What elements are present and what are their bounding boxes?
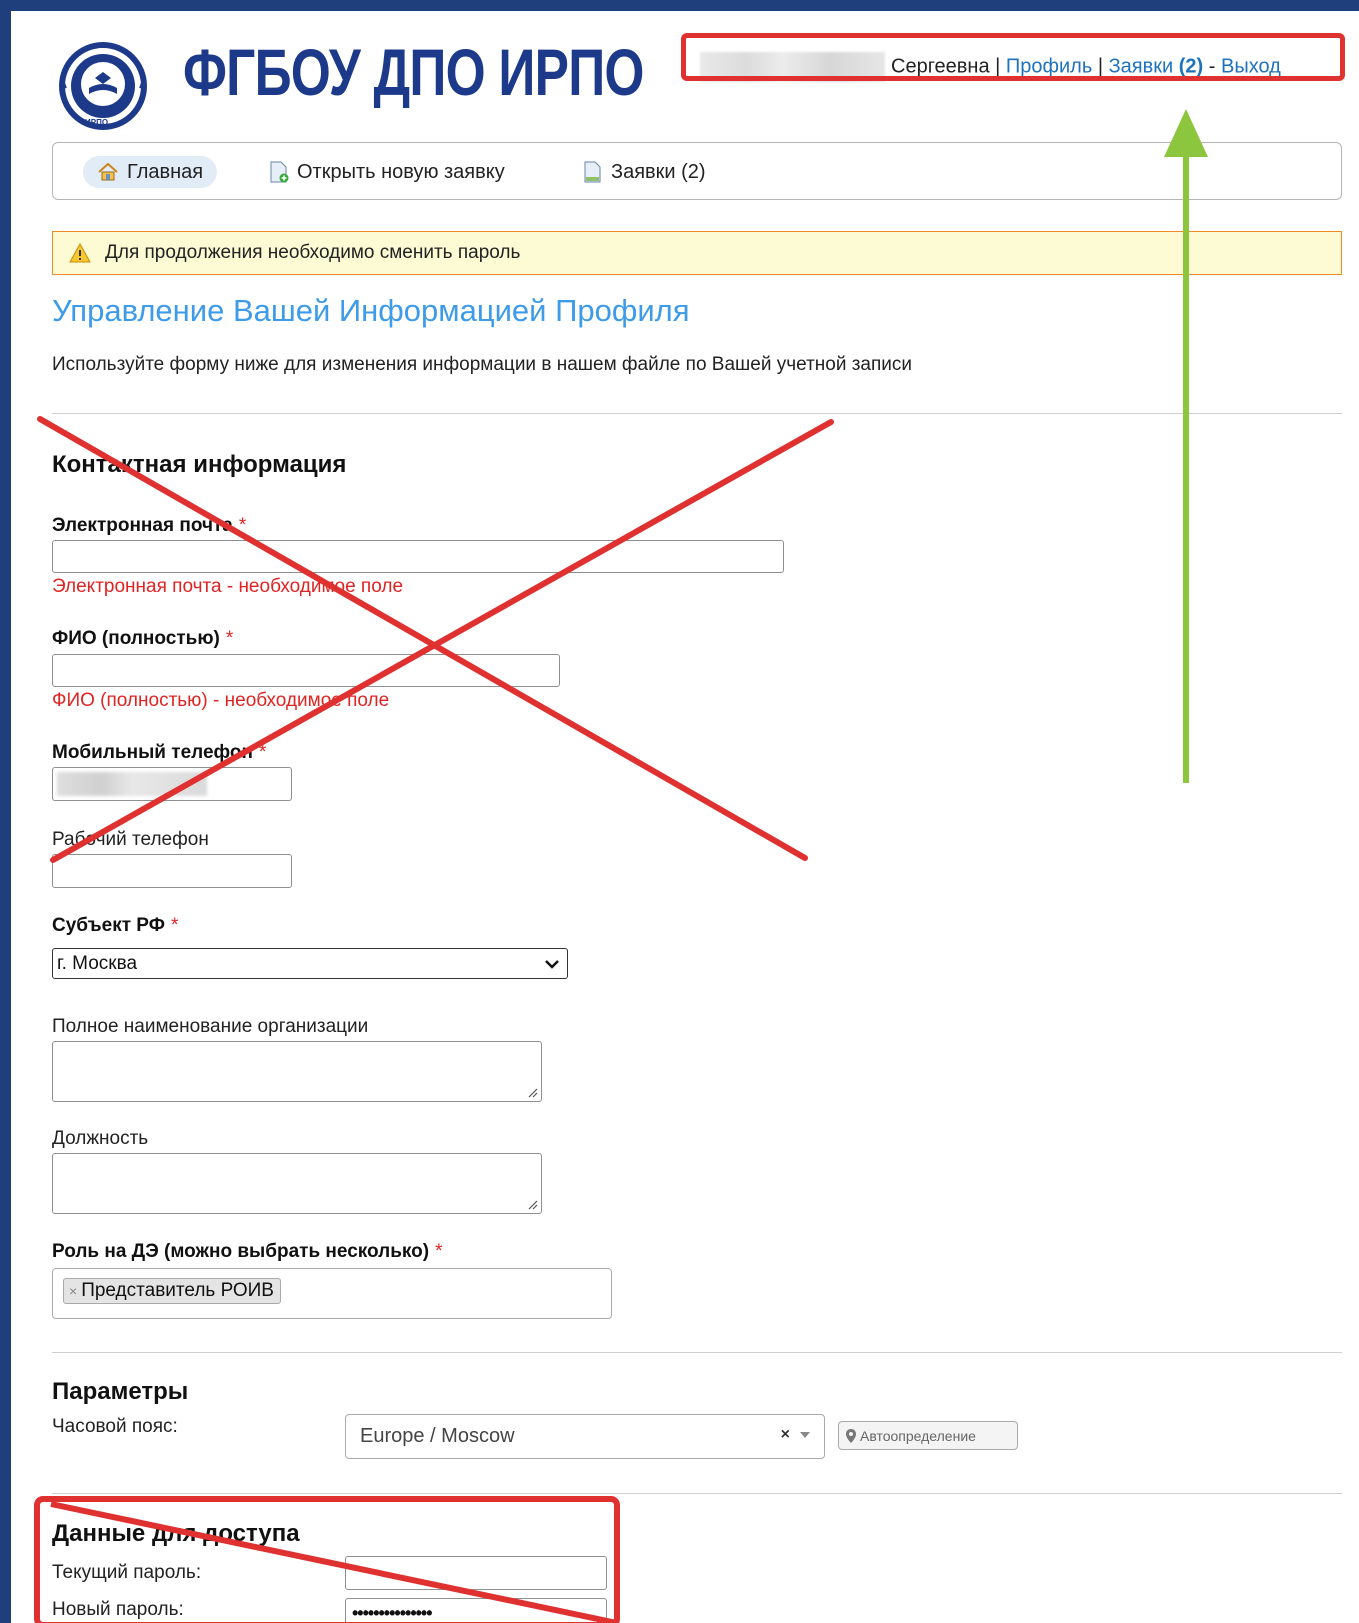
region-label-text: Субъект РФ xyxy=(52,915,165,936)
email-error: Электронная почта - необходимое поле xyxy=(52,576,404,597)
current-password-label: Текущий пароль: xyxy=(52,1562,202,1583)
main-nav: Главная Открыть новую заявку Заявки (2) xyxy=(52,142,1342,200)
timezone-clear-icon[interactable]: × xyxy=(781,1426,790,1444)
region-label: Субъект РФ * xyxy=(52,915,178,937)
nav-new-ticket[interactable]: Открыть новую заявку xyxy=(255,156,519,188)
resize-grip-icon[interactable] xyxy=(526,1198,538,1210)
logo-caption: ИРПО xyxy=(85,118,109,127)
region-selected-value: г. Москва xyxy=(57,952,138,974)
email-input[interactable] xyxy=(52,540,784,573)
dropdown-arrow-icon[interactable] xyxy=(800,1432,810,1438)
page-title: Управление Вашей Информацией Профиля xyxy=(52,293,690,328)
timezone-label: Часовой пояс: xyxy=(52,1416,178,1437)
role-tag: × Представитель РОИВ xyxy=(63,1278,281,1304)
work-phone-input[interactable] xyxy=(52,854,292,888)
current-password-input[interactable] xyxy=(345,1556,607,1590)
region-select[interactable]: г. Москва xyxy=(52,948,568,979)
home-icon xyxy=(98,163,118,181)
nav-tickets-label: Заявки (2) xyxy=(611,160,706,183)
org-textarea[interactable] xyxy=(52,1041,542,1102)
email-label-text: Электронная почта xyxy=(52,515,233,536)
tickets-icon xyxy=(584,161,601,183)
notice-text: Для продолжения необходимо сменить парол… xyxy=(105,242,521,263)
org-label: Полное наименование организации xyxy=(52,1016,369,1037)
logo-emblem[interactable]: ИРПО xyxy=(55,38,151,134)
page: ИРПО ФГБОУ ДПО ИРПО Сергеевна | Профиль … xyxy=(11,11,1359,1623)
blurred-phone-value xyxy=(57,772,207,796)
nav-new-ticket-label: Открыть новую заявку xyxy=(297,160,505,183)
autodetect-label: Автоопределение xyxy=(860,1427,976,1444)
fio-input[interactable] xyxy=(52,654,560,687)
warning-icon xyxy=(69,243,91,263)
required-mark: * xyxy=(238,515,247,536)
contact-section-title: Контактная информация xyxy=(52,451,347,478)
resize-grip-icon[interactable] xyxy=(526,1086,538,1098)
autodetect-button[interactable]: Автоопределение xyxy=(838,1421,1018,1450)
org-name: ФГБОУ ДПО ИРПО xyxy=(183,35,644,109)
params-section-title: Параметры xyxy=(52,1378,189,1405)
nav-home-label: Главная xyxy=(127,160,204,183)
divider xyxy=(52,1352,1342,1353)
fio-label-text: ФИО (полностью) xyxy=(52,628,220,649)
required-mark: * xyxy=(258,742,267,763)
page-description: Используйте форму ниже для изменения инф… xyxy=(52,354,913,375)
map-marker-icon xyxy=(846,1428,856,1443)
role-multiselect[interactable]: × Представитель РОИВ xyxy=(52,1268,612,1319)
divider xyxy=(52,1493,1342,1494)
nav-home[interactable]: Главная xyxy=(83,156,218,188)
required-mark: * xyxy=(435,1241,443,1262)
role-label-text: Роль на ДЭ (можно выбрать несколько) xyxy=(52,1241,430,1262)
position-textarea[interactable] xyxy=(52,1153,542,1214)
nav-tickets[interactable]: Заявки (2) xyxy=(569,156,720,188)
new-ticket-icon xyxy=(270,161,289,183)
mobile-label: Мобильный телефон * xyxy=(52,742,266,764)
password-change-notice: Для продолжения необходимо сменить парол… xyxy=(52,231,1342,275)
fio-error: ФИО (полностью) - необходимое поле xyxy=(52,690,390,711)
new-password-value: ••••••••••••••• xyxy=(352,1603,433,1623)
tag-remove-icon[interactable]: × xyxy=(69,1283,77,1299)
annotation-red-box-header xyxy=(681,33,1345,81)
work-phone-label: Рабочий телефон xyxy=(52,829,209,850)
required-mark: * xyxy=(170,915,179,936)
access-section-title: Данные для доступа xyxy=(52,1520,300,1547)
role-tag-label: Представитель РОИВ xyxy=(81,1280,274,1301)
fio-label: ФИО (полностью) * xyxy=(52,628,233,650)
timezone-value: Europe / Moscow xyxy=(360,1425,515,1447)
new-password-input[interactable]: ••••••••••••••• xyxy=(345,1598,607,1623)
timezone-select[interactable]: Europe / Moscow × xyxy=(345,1414,825,1459)
chevron-down-icon xyxy=(545,959,559,969)
required-mark: * xyxy=(225,628,234,649)
mobile-label-text: Мобильный телефон xyxy=(52,742,253,763)
mobile-input[interactable] xyxy=(52,767,292,801)
new-password-label: Новый пароль: xyxy=(52,1599,184,1620)
divider xyxy=(52,413,1342,414)
position-label: Должность xyxy=(52,1128,149,1149)
email-label: Электронная почта * xyxy=(52,515,246,537)
role-label: Роль на ДЭ (можно выбрать несколько) * xyxy=(52,1241,443,1263)
